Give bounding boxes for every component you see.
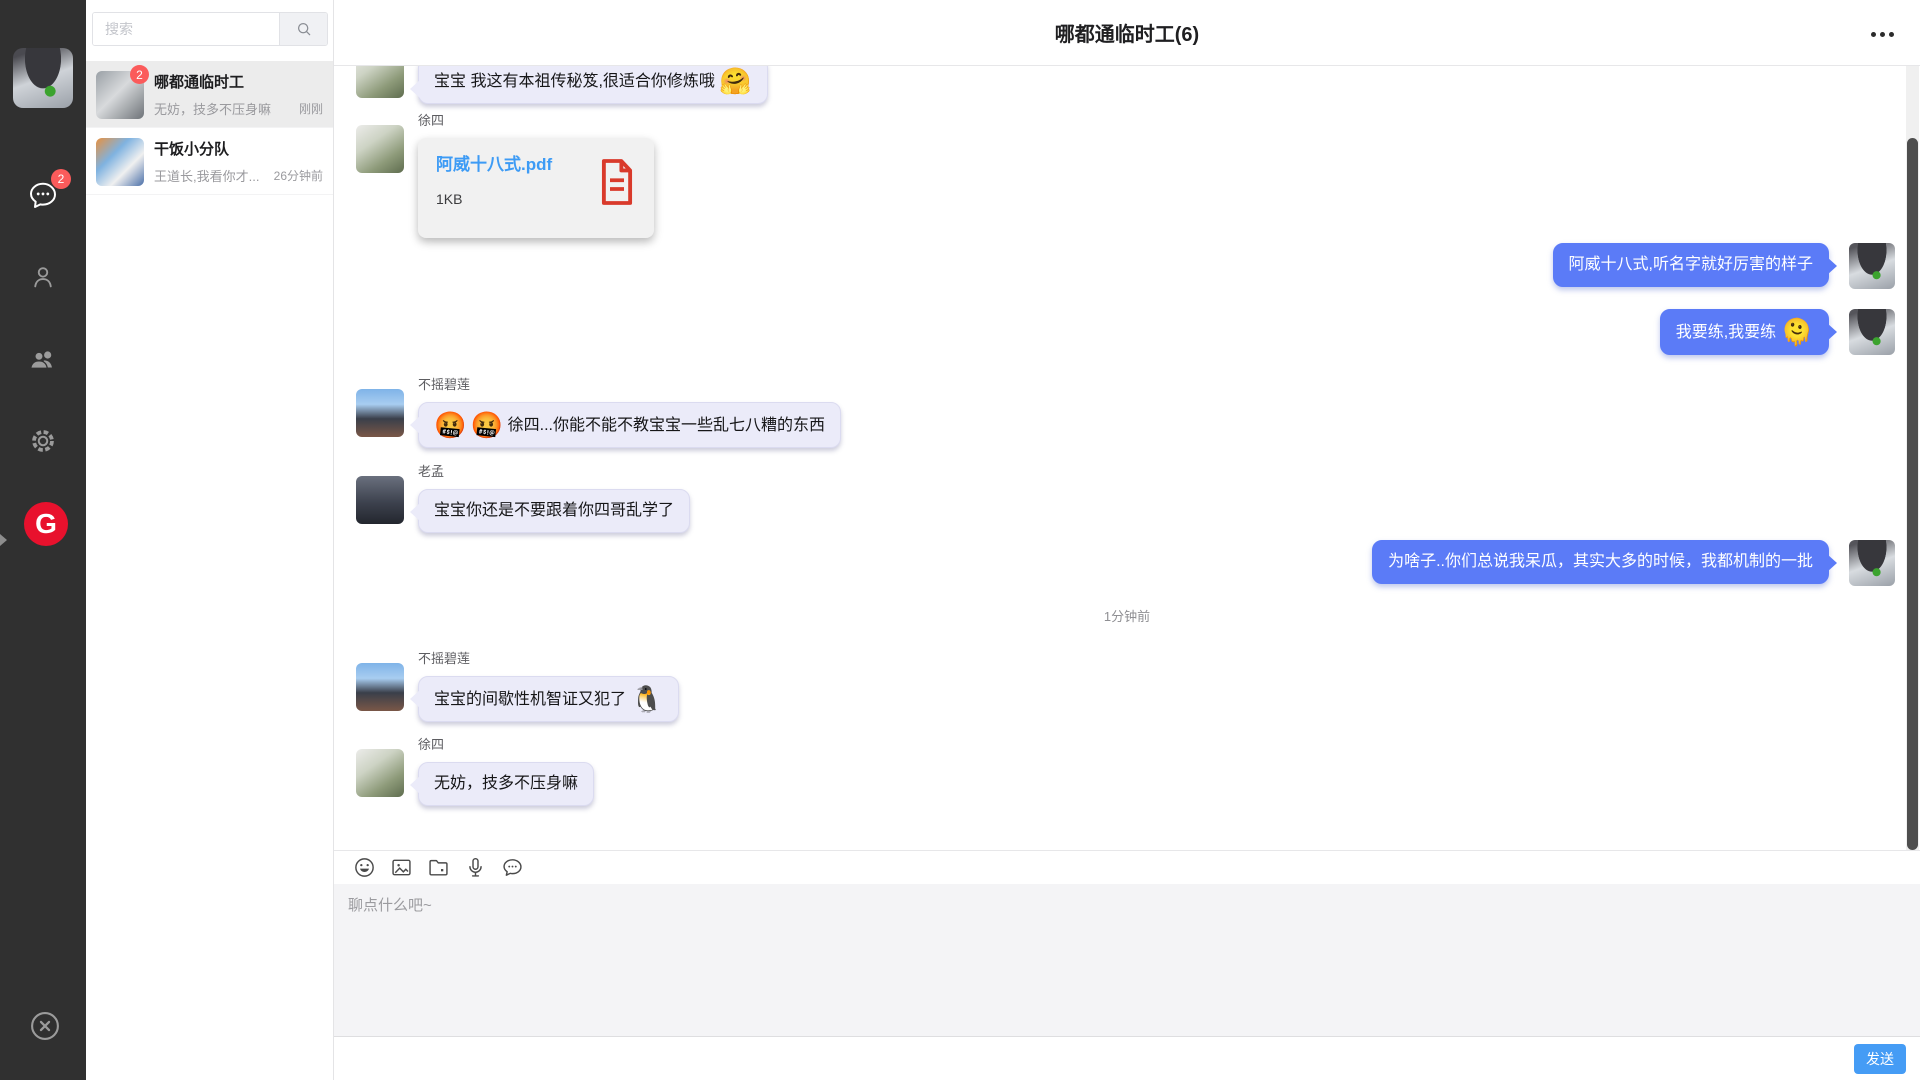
chat-main: 哪都通临时工(6) 宝宝 我这有本祖传秘笈,很适合你修炼哦 🤗 徐四: [334, 0, 1920, 1080]
voice-button[interactable]: [462, 855, 488, 881]
chat-message-right: 我要练,我要练 🫠: [1660, 309, 1895, 355]
chat-title: 哪都通临时工(6): [1055, 18, 1199, 47]
left-rail: 2: [0, 0, 86, 1080]
message-bubble: 为啥子..你们总说我呆瓜，其实大多的时候，我都机制的一批: [1372, 540, 1829, 584]
search-button[interactable]: [279, 13, 327, 45]
more-options-button[interactable]: [1865, 26, 1900, 43]
message-bubble: 我要练,我要练 🫠: [1660, 309, 1829, 355]
own-avatar[interactable]: [1849, 540, 1895, 586]
emoji-icon: [353, 856, 376, 879]
search-icon: [294, 19, 314, 39]
emoji-button[interactable]: [351, 855, 377, 881]
chat-message-right: 为啥子..你们总说我呆瓜，其实大多的时候，我都机制的一批: [1372, 540, 1895, 586]
close-button[interactable]: [27, 1008, 63, 1044]
chat-message-left: 不摇碧莲 🤬 🤬 徐四...你能不能不教宝宝一些乱七八糟的东西: [356, 376, 841, 448]
send-button[interactable]: 发送: [1854, 1044, 1906, 1074]
own-avatar[interactable]: [1849, 309, 1895, 355]
own-avatar[interactable]: [1849, 243, 1895, 289]
message-area: 宝宝 我这有本祖传秘笈,很适合你修炼哦 🤗 徐四 阿威十八式.pdf 1KB: [334, 66, 1920, 850]
sender-name: 不摇碧莲: [418, 650, 679, 668]
chat-message-left: 老孟 宝宝你还是不要跟着你四哥乱学了: [356, 463, 690, 533]
last-message-time: 26分钟前: [274, 167, 323, 184]
message-bubble: 宝宝你还是不要跟着你四哥乱学了: [418, 489, 690, 533]
file-attachment-card[interactable]: 阿威十八式.pdf 1KB: [418, 138, 654, 238]
sender-name: 老孟: [418, 463, 690, 481]
unread-badge: 2: [130, 65, 149, 84]
sender-avatar[interactable]: [356, 389, 404, 437]
mic-icon: [464, 856, 487, 879]
conversation-item-ganfan[interactable]: 干饭小分队 王道长,我看你才... 26分钟前: [86, 128, 333, 195]
send-bar: 发送: [334, 1036, 1920, 1080]
chat-message-left: 不摇碧莲 宝宝的间歇性机智证又犯了 🐧: [356, 650, 679, 722]
scrollbar-thumb[interactable]: [1907, 138, 1918, 850]
chat-message-left: 徐四 无妨，技多不压身嘛: [356, 736, 594, 806]
image-button[interactable]: [388, 855, 414, 881]
last-message-preview: 王道长,我看你才...: [154, 166, 259, 185]
composer-input-area: [334, 884, 1920, 1036]
message-bubble: 宝宝的间歇性机智证又犯了 🐧: [418, 676, 679, 722]
sender-name: 徐四: [418, 736, 594, 754]
current-user-avatar[interactable]: [13, 48, 73, 108]
search-box: [92, 12, 328, 46]
chat-message-left: 宝宝 我这有本祖传秘笈,很适合你修炼哦 🤗: [356, 66, 768, 104]
conversation-item-nadutong[interactable]: 2 哪都通临时工 无妨，技多不压身嘛 刚刚: [86, 61, 333, 128]
nav-settings-button[interactable]: [26, 424, 60, 458]
composer-toolbar: [334, 850, 1920, 884]
sender-avatar[interactable]: [356, 125, 404, 173]
sender-name: 不摇碧莲: [418, 376, 841, 394]
sender-name: 徐四: [418, 112, 654, 130]
chat-message-left: 徐四 阿威十八式.pdf 1KB: [356, 112, 654, 238]
message-history-button[interactable]: [499, 855, 525, 881]
chat-bubble-icon: [501, 856, 524, 879]
pdf-document-icon: [596, 157, 638, 224]
app-logo[interactable]: G: [24, 502, 68, 546]
file-name: 阿威十八式.pdf: [436, 155, 552, 175]
message-textarea[interactable]: [334, 884, 1920, 1036]
group-avatar: [96, 138, 144, 186]
conversation-name: 哪都通临时工: [154, 73, 323, 93]
image-icon: [390, 856, 413, 879]
last-message-preview: 无妨，技多不压身嘛: [154, 99, 271, 118]
sender-avatar[interactable]: [356, 663, 404, 711]
contacts-icon: [28, 262, 58, 292]
rail-nav: 2: [0, 178, 86, 458]
message-bubble: 阿威十八式,听名字就好厉害的样子: [1553, 243, 1829, 287]
sender-avatar[interactable]: [356, 749, 404, 797]
search-input[interactable]: [93, 13, 279, 45]
nav-chats-button[interactable]: 2: [26, 178, 60, 212]
conversation-panel: 2 哪都通临时工 无妨，技多不压身嘛 刚刚 干饭小分队 王道长,我看你才... …: [86, 0, 334, 1080]
conversation-list: 2 哪都通临时工 无妨，技多不压身嘛 刚刚 干饭小分队 王道长,我看你才... …: [86, 61, 333, 195]
chat-header: 哪都通临时工(6): [334, 0, 1920, 66]
settings-icon: [28, 426, 58, 456]
message-bubble: 🤬 🤬 徐四...你能不能不教宝宝一些乱七八糟的东西: [418, 402, 841, 448]
message-bubble: 宝宝 我这有本祖传秘笈,很适合你修炼哦 🤗: [418, 66, 768, 104]
nav-contacts-button[interactable]: [26, 260, 60, 294]
file-size: 1KB: [436, 191, 552, 207]
more-icon: [1871, 32, 1876, 37]
message-bubble: 无妨，技多不压身嘛: [418, 762, 594, 806]
messenger-app: 2: [0, 0, 1920, 1080]
time-divider: 1分钟前: [334, 606, 1920, 625]
sender-avatar[interactable]: [356, 476, 404, 524]
chat-message-right: 阿威十八式,听名字就好厉害的样子: [1553, 243, 1895, 289]
close-icon: [27, 1008, 63, 1044]
unread-badge: 2: [51, 169, 71, 189]
collapse-arrow-icon[interactable]: [0, 534, 7, 546]
sender-avatar[interactable]: [356, 66, 404, 98]
nav-groups-button[interactable]: [26, 342, 60, 376]
last-message-time: 刚刚: [299, 100, 323, 117]
conversation-name: 干饭小分队: [154, 140, 323, 160]
folder-icon: [427, 856, 450, 879]
file-folder-button[interactable]: [425, 855, 451, 881]
group-icon: [27, 343, 59, 375]
